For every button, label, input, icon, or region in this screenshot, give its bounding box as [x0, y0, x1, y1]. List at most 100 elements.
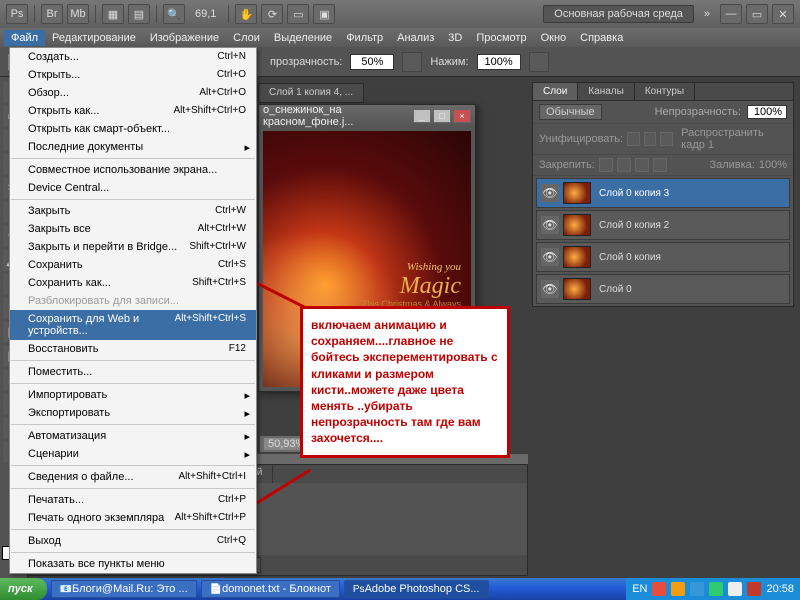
menu-анализ[interactable]: Анализ — [390, 30, 441, 46]
layer-item[interactable]: 👁 Слой 0 копия 3 — [536, 178, 790, 208]
file-menu-item[interactable]: Создать...Ctrl+N — [10, 48, 256, 66]
taskbar-item[interactable]: 📄 domonet.txt - Блокнот — [201, 580, 340, 598]
file-menu-item[interactable]: Совместное использование экрана... — [10, 161, 256, 179]
file-menu-item[interactable]: Показать все пункты меню — [10, 555, 256, 573]
file-menu-item[interactable]: Печатать...Ctrl+P — [10, 491, 256, 509]
file-menu-item[interactable]: Сценарии▸ — [10, 445, 256, 463]
file-menu-item[interactable]: Device Central... — [10, 179, 256, 197]
menu-фильтр[interactable]: Фильтр — [339, 30, 390, 46]
layer-item[interactable]: 👁 Слой 0 копия — [536, 242, 790, 272]
unify-style-icon[interactable] — [660, 132, 673, 146]
file-menu-item[interactable]: Импортировать▸ — [10, 386, 256, 404]
file-menu-item[interactable]: Закрыть всеAlt+Ctrl+W — [10, 220, 256, 238]
layer-opacity-input[interactable]: 100% — [747, 105, 787, 119]
visibility-eye-icon[interactable]: 👁 — [541, 216, 559, 234]
layer-thumbnail[interactable] — [563, 278, 591, 300]
tab-layers[interactable]: Слои — [533, 83, 578, 100]
file-menu-item[interactable]: Обзор...Alt+Ctrl+O — [10, 84, 256, 102]
doc-titlebar[interactable]: о_снежинок_на красном_фоне.j... _ □ × — [259, 105, 475, 127]
doc-tab[interactable]: Слой 1 копия 4, ... — [258, 83, 364, 103]
doc-close-icon[interactable]: × — [453, 109, 471, 123]
file-menu-item[interactable]: Закрыть и перейти в Bridge...Shift+Ctrl+… — [10, 238, 256, 256]
file-menu-item[interactable]: ЗакрытьCtrl+W — [10, 202, 256, 220]
file-menu-item[interactable]: Открыть как смарт-объект... — [10, 120, 256, 138]
file-menu-item[interactable]: Сохранить для Web и устройств...Alt+Shif… — [10, 310, 256, 340]
tab-paths[interactable]: Контуры — [635, 83, 695, 100]
view-extras-icon[interactable]: ▦ — [102, 4, 124, 24]
menu-слои[interactable]: Слои — [226, 30, 267, 46]
file-menu-item[interactable]: Последние документы▸ — [10, 138, 256, 156]
menu-просмотр[interactable]: Просмотр — [469, 30, 533, 46]
layer-name[interactable]: Слой 0 копия 3 — [595, 188, 785, 199]
tray-icon[interactable] — [671, 582, 685, 596]
visibility-eye-icon[interactable]: 👁 — [541, 280, 559, 298]
blend-mode-select[interactable]: Обычные — [539, 104, 602, 120]
bridge-icon[interactable]: Br — [41, 4, 63, 24]
mini-bridge-icon[interactable]: Mb — [67, 4, 89, 24]
opacity-input[interactable]: 50% — [350, 54, 394, 70]
fill-input[interactable]: 100% — [759, 159, 787, 171]
menu-файл[interactable]: Файл — [4, 30, 45, 46]
zoom-value[interactable]: 69,1 — [189, 8, 222, 20]
start-button[interactable]: пуск — [0, 578, 47, 600]
maximize-icon[interactable]: ▭ — [746, 4, 768, 24]
tray-icon[interactable] — [690, 582, 704, 596]
lock-position-icon[interactable] — [635, 158, 649, 172]
doc-maximize-icon[interactable]: □ — [433, 109, 451, 123]
menu-изображение[interactable]: Изображение — [143, 30, 226, 46]
tray-icon[interactable] — [652, 582, 666, 596]
flow-input[interactable]: 100% — [477, 54, 521, 70]
file-menu-item[interactable]: ВыходCtrl+Q — [10, 532, 256, 550]
layer-name[interactable]: Слой 0 копия 2 — [595, 220, 785, 231]
tray-icon[interactable] — [728, 582, 742, 596]
opacity-pressure-icon[interactable] — [402, 52, 422, 72]
file-menu-item[interactable]: Открыть как...Alt+Shift+Ctrl+O — [10, 102, 256, 120]
language-indicator[interactable]: EN — [632, 583, 647, 595]
lock-image-icon[interactable] — [617, 158, 631, 172]
layer-item[interactable]: 👁 Слой 0 копия 2 — [536, 210, 790, 240]
file-menu-item[interactable]: Сведения о файле...Alt+Shift+Ctrl+I — [10, 468, 256, 486]
view-grid-icon[interactable]: ▤ — [128, 4, 150, 24]
layer-name[interactable]: Слой 0 — [595, 284, 785, 295]
layer-name[interactable]: Слой 0 копия — [595, 252, 785, 263]
tray-icon[interactable] — [747, 582, 761, 596]
file-menu-item[interactable]: ВосстановитьF12 — [10, 340, 256, 358]
visibility-eye-icon[interactable]: 👁 — [541, 184, 559, 202]
file-menu-item[interactable]: СохранитьCtrl+S — [10, 256, 256, 274]
unify-position-icon[interactable] — [627, 132, 640, 146]
doc-minimize-icon[interactable]: _ — [413, 109, 431, 123]
menu-редактирование[interactable]: Редактирование — [45, 30, 143, 46]
menu-справка[interactable]: Справка — [573, 30, 630, 46]
tray-icon[interactable] — [709, 582, 723, 596]
taskbar-item[interactable]: Ps Adobe Photoshop CS... — [344, 580, 489, 598]
file-menu-item[interactable]: Сохранить как...Shift+Ctrl+S — [10, 274, 256, 292]
lock-all-icon[interactable] — [653, 158, 667, 172]
taskbar-item[interactable]: 📧 Блоги@Mail.Ru: Это ... — [51, 580, 197, 598]
visibility-eye-icon[interactable]: 👁 — [541, 248, 559, 266]
menu-выделение[interactable]: Выделение — [267, 30, 339, 46]
ps-logo-icon[interactable]: Ps — [6, 4, 28, 24]
layer-thumbnail[interactable] — [563, 182, 591, 204]
workspace-more-icon[interactable]: » — [698, 8, 716, 20]
rotate-view-icon[interactable]: ⟳ — [261, 4, 283, 24]
unify-visibility-icon[interactable] — [644, 132, 657, 146]
file-menu-item[interactable]: Открыть...Ctrl+O — [10, 66, 256, 84]
screen-mode-icon[interactable]: ▣ — [313, 4, 335, 24]
arrange-docs-icon[interactable]: ▭ — [287, 4, 309, 24]
close-app-icon[interactable]: ✕ — [772, 4, 794, 24]
layer-item[interactable]: 👁 Слой 0 — [536, 274, 790, 304]
menu-окно[interactable]: Окно — [534, 30, 574, 46]
layer-thumbnail[interactable] — [563, 246, 591, 268]
workspace-switcher[interactable]: Основная рабочая среда — [543, 5, 694, 23]
hand-tool-icon[interactable]: ✋ — [235, 4, 257, 24]
file-menu-item[interactable]: Печать одного экземпляраAlt+Shift+Ctrl+P — [10, 509, 256, 527]
zoom-tool-icon[interactable]: 🔍 — [163, 4, 185, 24]
file-menu-item[interactable]: Автоматизация▸ — [10, 427, 256, 445]
file-menu-item[interactable]: Поместить... — [10, 363, 256, 381]
airbrush-icon[interactable] — [529, 52, 549, 72]
lock-transparency-icon[interactable] — [599, 158, 613, 172]
file-menu-item[interactable]: Экспортировать▸ — [10, 404, 256, 422]
clock[interactable]: 20:58 — [766, 583, 794, 595]
menu-3d[interactable]: 3D — [441, 30, 469, 46]
minimize-icon[interactable]: — — [720, 4, 742, 24]
